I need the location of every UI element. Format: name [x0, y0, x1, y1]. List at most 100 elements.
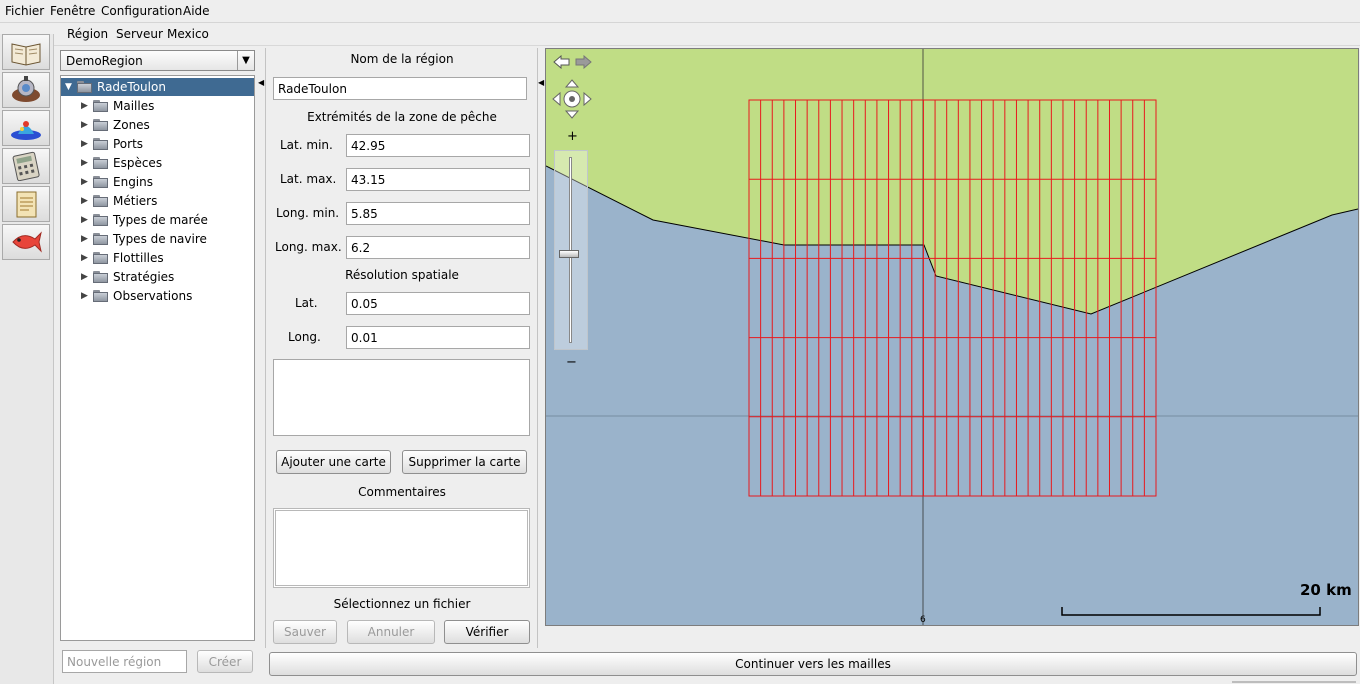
- tree-item-label: Observations: [113, 289, 193, 303]
- meridian-label: 6: [920, 615, 926, 625]
- zoom-in-icon[interactable]: +: [567, 129, 578, 144]
- tree-collapsed-icon[interactable]: ▶: [81, 139, 91, 149]
- tree-collapsed-icon[interactable]: ▶: [81, 291, 91, 301]
- continue-to-cells-button[interactable]: Continuer vers les mailles: [269, 652, 1357, 676]
- left-split-divider[interactable]: [265, 48, 266, 648]
- tree-item[interactable]: ▶ Métiers: [81, 192, 157, 210]
- tree-collapsed-icon[interactable]: ▶: [81, 272, 91, 282]
- lat-min-input[interactable]: 42.95: [346, 134, 530, 157]
- right-split-divider[interactable]: [537, 48, 538, 648]
- folder-icon: [93, 157, 109, 169]
- collapse-left-icon[interactable]: ◀: [258, 78, 264, 87]
- map-view[interactable]: 6 20 km + −: [545, 48, 1359, 626]
- region-name-input[interactable]: RadeToulon: [273, 77, 527, 100]
- calculator-icon: [12, 151, 40, 181]
- tree-item[interactable]: ▶ Flottilles: [81, 249, 164, 267]
- long-max-label: Long. max.: [275, 240, 342, 254]
- menu-fichier[interactable]: Fichier: [5, 4, 44, 18]
- menu-configuration[interactable]: Configuration: [101, 4, 182, 18]
- new-region-input[interactable]: Nouvelle région: [62, 650, 187, 673]
- tool-strip: [0, 34, 54, 684]
- toolbar-book-button[interactable]: [2, 34, 50, 70]
- lat-min-label: Lat. min.: [280, 138, 333, 152]
- zoom-thumb[interactable]: [559, 249, 579, 258]
- toolbar-document-button[interactable]: [2, 186, 50, 222]
- tree-item-label: Flottilles: [113, 251, 164, 265]
- map-files-list[interactable]: [273, 359, 530, 436]
- create-region-button[interactable]: Créer: [197, 650, 253, 673]
- folder-icon: [93, 271, 109, 283]
- tree-item-label: Types de navire: [113, 232, 207, 246]
- folder-icon: [93, 252, 109, 264]
- tree-collapsed-icon[interactable]: ▶: [81, 253, 91, 263]
- submenu-mexico[interactable]: Mexico: [167, 27, 209, 41]
- tree-item[interactable]: ▶ Ports: [81, 135, 143, 153]
- lat-max-input[interactable]: 43.15: [346, 168, 530, 191]
- menu-fenetre[interactable]: Fenêtre: [50, 4, 95, 18]
- toolbar-fish-stock-button[interactable]: [2, 110, 50, 146]
- tree-root-row[interactable]: ▼ RadeToulon: [61, 78, 254, 96]
- region-selector-value: DemoRegion: [66, 54, 143, 68]
- tree-item[interactable]: ▶ Engins: [81, 173, 153, 191]
- tree-collapsed-icon[interactable]: ▶: [81, 196, 91, 206]
- tree-collapsed-icon[interactable]: ▶: [81, 234, 91, 244]
- tree-collapsed-icon[interactable]: ▶: [81, 158, 91, 168]
- verify-button[interactable]: Vérifier: [444, 620, 530, 644]
- tree-collapsed-icon[interactable]: ▶: [81, 215, 91, 225]
- long-max-input[interactable]: 6.2: [346, 236, 530, 259]
- tree-collapsed-icon[interactable]: ▶: [81, 101, 91, 111]
- tree-item-label: Types de marée: [113, 213, 208, 227]
- pan-forward-icon[interactable]: [574, 54, 592, 72]
- tree-item[interactable]: ▶ Types de marée: [81, 211, 208, 229]
- pan-control-icon[interactable]: [552, 79, 592, 122]
- tree-item-label: Mailles: [113, 99, 155, 113]
- submenu-region[interactable]: Région: [67, 27, 108, 41]
- tree-item[interactable]: ▶ Stratégies: [81, 268, 174, 286]
- pan-back-icon[interactable]: [553, 54, 571, 72]
- cancel-button[interactable]: Annuler: [347, 620, 435, 644]
- long-min-input[interactable]: 5.85: [346, 202, 530, 225]
- tree-expanded-icon[interactable]: ▼: [65, 82, 75, 92]
- add-map-button[interactable]: Ajouter une carte: [276, 450, 391, 474]
- tree-root-label: RadeToulon: [97, 80, 166, 94]
- collapse-right-icon[interactable]: ◀: [538, 78, 544, 87]
- chevron-down-icon[interactable]: ▼: [237, 51, 254, 70]
- save-button[interactable]: Sauver: [273, 620, 337, 644]
- toolbar-diver-button[interactable]: [2, 72, 50, 108]
- toolbar-calculator-button[interactable]: [2, 148, 50, 184]
- region-name-title: Nom de la région: [350, 52, 454, 66]
- select-file-title: Sélectionnez un fichier: [333, 597, 471, 611]
- lat-resolution-input[interactable]: 0.05: [346, 292, 530, 315]
- tree-collapsed-icon[interactable]: ▶: [81, 177, 91, 187]
- region-selector[interactable]: DemoRegion ▼: [60, 50, 255, 71]
- book-icon: [11, 43, 41, 66]
- tree-item[interactable]: ▶ Zones: [81, 116, 150, 134]
- menu-bar: Fichier Fenêtre Configuration Aide: [0, 0, 1360, 23]
- folder-icon: [93, 214, 109, 226]
- long-resolution-label: Long.: [288, 330, 321, 344]
- scale-label: 20 km: [1300, 581, 1352, 599]
- lat-resolution-label: Lat.: [295, 296, 318, 310]
- tree-collapsed-icon[interactable]: ▶: [81, 120, 91, 130]
- remove-map-button[interactable]: Supprimer la carte: [402, 450, 527, 474]
- zoom-out-icon[interactable]: −: [566, 355, 577, 370]
- tree-item[interactable]: ▶ Types de navire: [81, 230, 207, 248]
- tree-item-label: Espèces: [113, 156, 163, 170]
- red-fish-icon: [12, 231, 42, 253]
- tree-item[interactable]: ▶ Mailles: [81, 97, 154, 115]
- fish-stock-icon: [11, 121, 41, 140]
- fishing-extent-title: Extrémités de la zone de pêche: [307, 110, 497, 124]
- lat-max-label: Lat. max.: [280, 172, 337, 186]
- submenu-serveur[interactable]: Serveur: [116, 27, 163, 41]
- tree-item[interactable]: ▶ Observations: [81, 287, 192, 305]
- zoom-slider[interactable]: [554, 150, 588, 350]
- submenu-divider: [53, 45, 1360, 46]
- long-resolution-input[interactable]: 0.01: [346, 326, 530, 349]
- folder-icon: [93, 100, 109, 112]
- menu-aide[interactable]: Aide: [183, 4, 210, 18]
- tree-item[interactable]: ▶ Espèces: [81, 154, 162, 172]
- comments-textarea[interactable]: [273, 508, 530, 588]
- toolbar-red-fish-button[interactable]: [2, 224, 50, 260]
- folder-open-icon: [77, 81, 93, 93]
- map-canvas[interactable]: 6 20 km: [546, 49, 1358, 625]
